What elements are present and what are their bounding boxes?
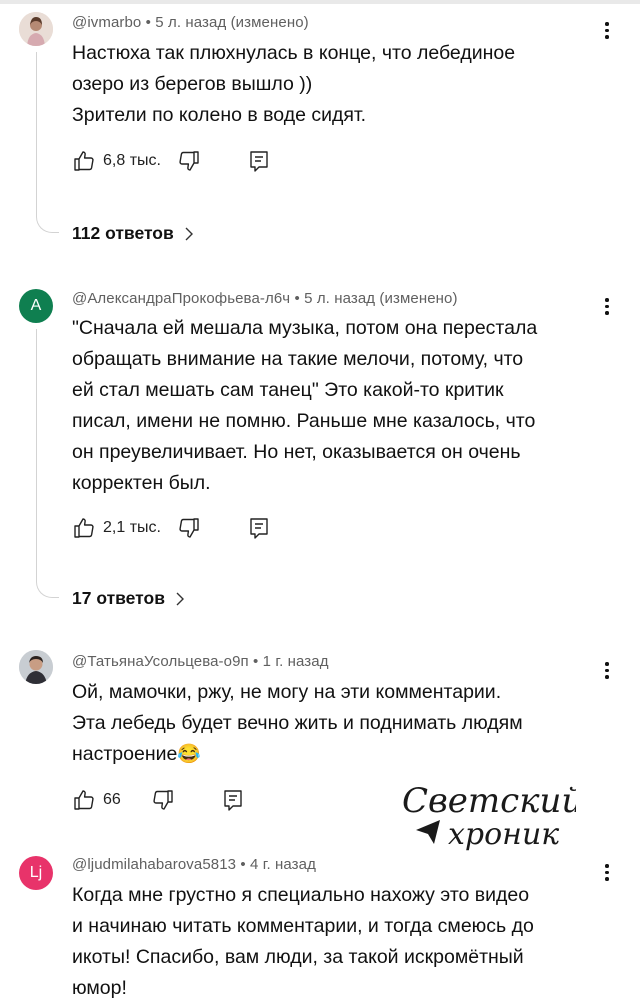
replies-label: 112 ответов (72, 223, 174, 243)
more-vert-icon[interactable] (604, 22, 610, 39)
more-vert-icon[interactable] (604, 298, 610, 315)
comment-time[interactable]: 1 г. назад (263, 653, 329, 670)
comment-meta: @АлександраПрокофьева-л6ч • 5 л. назад (… (72, 290, 458, 307)
avatar[interactable]: A (19, 289, 53, 323)
avatar-letter: Lj (29, 864, 43, 881)
meta-dot: • (294, 290, 305, 307)
thumbs-down-icon[interactable] (177, 149, 201, 173)
meta-dot: • (253, 653, 263, 670)
comment-actions: 66 (72, 787, 245, 813)
watermark-logo: Светский хроник (402, 781, 576, 852)
comment-icon[interactable] (247, 516, 271, 540)
avatar-letter: A (30, 297, 42, 314)
like-count: 6,8 тыс. (103, 152, 161, 169)
comment-text-content: Ой, мамочки, ржу, не могу на эти коммент… (72, 681, 523, 765)
thread-connector (36, 329, 59, 598)
thumbs-up-icon[interactable] (72, 149, 96, 173)
comment-author[interactable]: @АлександраПрокофьева-л6ч (72, 290, 290, 307)
comment-time[interactable]: 4 г. назад (250, 856, 316, 873)
comment-time[interactable]: 5 л. назад (изменено) (155, 14, 308, 31)
chevron-right-icon (185, 227, 193, 240)
comment-icon[interactable] (221, 788, 245, 812)
comment-actions: 6,8 тыс. (72, 148, 271, 174)
meta-dot: • (240, 856, 251, 873)
comment-author[interactable]: @ТатьянаУсольцева-о9п (72, 653, 249, 670)
watermark-line1: Светский (402, 781, 576, 821)
comment-author[interactable]: @ivmarbo (72, 14, 141, 31)
comment-text: Настюха так плюхнулась в конце, что лебе… (72, 42, 516, 126)
comment-meta: @ljudmilahabarova5813 • 4 г. назад (72, 856, 316, 873)
top-divider (0, 0, 640, 4)
watermark-line2: хроник (448, 817, 559, 852)
comment-actions: 2,1 тыс. (72, 515, 271, 541)
comment-icon[interactable] (247, 149, 271, 173)
like-count: 2,1 тыс. (103, 519, 161, 536)
thumbs-down-icon[interactable] (177, 516, 201, 540)
comment-meta: @ivmarbo • 5 л. назад (изменено) (72, 14, 309, 31)
view-replies-button[interactable]: 17 ответов (72, 588, 185, 609)
avatar-photo-icon (19, 650, 53, 684)
comment-meta: @ТатьянаУсольцева-о9п • 1 г. назад (72, 653, 329, 670)
thumbs-down-icon[interactable] (151, 788, 175, 812)
replies-label: 17 ответов (72, 588, 165, 608)
chevron-right-icon (176, 592, 184, 605)
comment-time[interactable]: 5 л. назад (изменено) (304, 290, 457, 307)
avatar-photo-icon (19, 12, 53, 46)
comment-text: Когда мне грустно я специально нахожу эт… (72, 884, 534, 999)
more-vert-icon[interactable] (604, 662, 610, 679)
thumbs-up-icon[interactable] (72, 788, 96, 812)
comment-text: Ой, мамочки, ржу, не могу на эти коммент… (72, 677, 592, 770)
avatar[interactable]: Lj (19, 856, 53, 890)
avatar[interactable] (19, 650, 53, 684)
view-replies-button[interactable]: 112 ответов (72, 223, 194, 244)
more-vert-icon[interactable] (604, 864, 610, 881)
thumbs-up-icon[interactable] (72, 516, 96, 540)
comment-text: "Сначала ей мешала музыка, потом она пер… (72, 317, 538, 494)
thread-connector (36, 52, 59, 233)
telegram-icon (416, 820, 440, 844)
comment-author[interactable]: @ljudmilahabarova5813 (72, 856, 236, 873)
avatar[interactable] (19, 12, 53, 46)
laughing-emoji: 😂 (177, 744, 202, 765)
meta-dot: • (145, 14, 156, 31)
like-count: 66 (103, 791, 121, 808)
